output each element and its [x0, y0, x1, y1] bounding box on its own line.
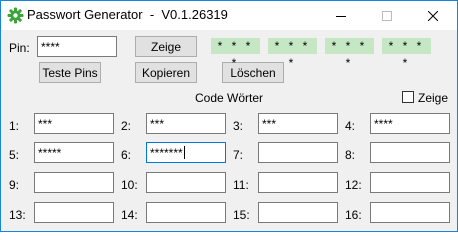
code-word-input-15[interactable] [258, 202, 338, 223]
maximize-icon [382, 10, 392, 21]
code-word-input-3[interactable]: *** [258, 113, 338, 134]
code-word-value-2: *** [150, 117, 165, 131]
show-code-words-checkbox[interactable] [402, 91, 414, 103]
minimize-icon [336, 11, 346, 21]
code-word-input-8[interactable] [370, 142, 450, 163]
code-word-input-13[interactable] [34, 202, 114, 223]
pin-label: Pin: [9, 41, 30, 55]
minimize-button[interactable] [318, 1, 364, 30]
code-word-input-1[interactable]: *** [34, 113, 114, 134]
code-word-input-7[interactable] [258, 142, 338, 163]
code-word-input-11[interactable] [258, 172, 338, 193]
code-word-label-5: 5: [9, 148, 20, 162]
code-word-input-5[interactable]: ***** [34, 142, 114, 163]
pin-display-1: * * * * [211, 38, 260, 70]
code-word-label-9: 9: [9, 178, 20, 192]
code-word-label-11: 11: [233, 178, 249, 192]
code-word-input-10[interactable] [146, 172, 226, 193]
window-title: Passwort Generator - V0.1.26319 [27, 7, 228, 22]
code-word-label-13: 13: [9, 208, 26, 222]
code-word-input-16[interactable] [370, 202, 450, 223]
teste-pins-button[interactable]: Teste Pins [39, 62, 101, 83]
text-caret [183, 146, 185, 159]
app-window: Passwort Generator - V0.1.26319 Pin: ***… [0, 0, 458, 232]
show-code-words-label: Zeige [418, 91, 449, 105]
code-word-input-14[interactable] [146, 202, 226, 223]
pin-display-3: * * * * [325, 38, 374, 70]
code-word-label-4: 4: [345, 119, 356, 133]
close-button[interactable] [410, 1, 456, 30]
code-word-label-1: 1: [9, 119, 20, 133]
code-word-label-2: 2: [121, 119, 132, 133]
code-word-input-2[interactable]: *** [146, 113, 226, 134]
code-word-value-1: *** [38, 117, 53, 131]
close-icon [428, 10, 438, 21]
code-word-input-9[interactable] [34, 172, 114, 193]
code-word-label-16: 16: [345, 208, 362, 222]
maximize-button[interactable] [364, 1, 410, 30]
code-words-heading: Code Wörter [195, 91, 264, 105]
code-word-input-12[interactable] [370, 172, 450, 193]
code-word-value-3: *** [262, 117, 277, 131]
code-word-input-4[interactable]: **** [370, 113, 450, 134]
code-word-label-10: 10: [121, 178, 138, 192]
code-word-label-6: 6: [121, 148, 132, 162]
pin-display-2: * * * * [268, 38, 317, 70]
code-word-label-7: 7: [233, 148, 244, 162]
code-word-value-5: ***** [38, 146, 62, 160]
gear-green-icon [7, 7, 24, 24]
pin-display-4: * * * * [382, 38, 431, 70]
code-word-label-14: 14: [121, 208, 138, 222]
code-word-label-8: 8: [345, 148, 356, 162]
title-bar[interactable]: Passwort Generator - V0.1.26319 [1, 1, 457, 30]
code-word-label-15: 15: [233, 208, 250, 222]
code-word-value-6: ******* [150, 146, 183, 160]
pin-input[interactable]: **** [37, 36, 117, 57]
code-word-label-12: 12: [345, 178, 362, 192]
kopieren-button[interactable]: Kopieren [135, 62, 197, 83]
zeige-button[interactable]: Zeige [135, 36, 197, 57]
code-word-input-6[interactable]: ******* [146, 142, 226, 163]
code-word-value-4: **** [374, 117, 393, 131]
code-word-label-3: 3: [233, 119, 244, 133]
